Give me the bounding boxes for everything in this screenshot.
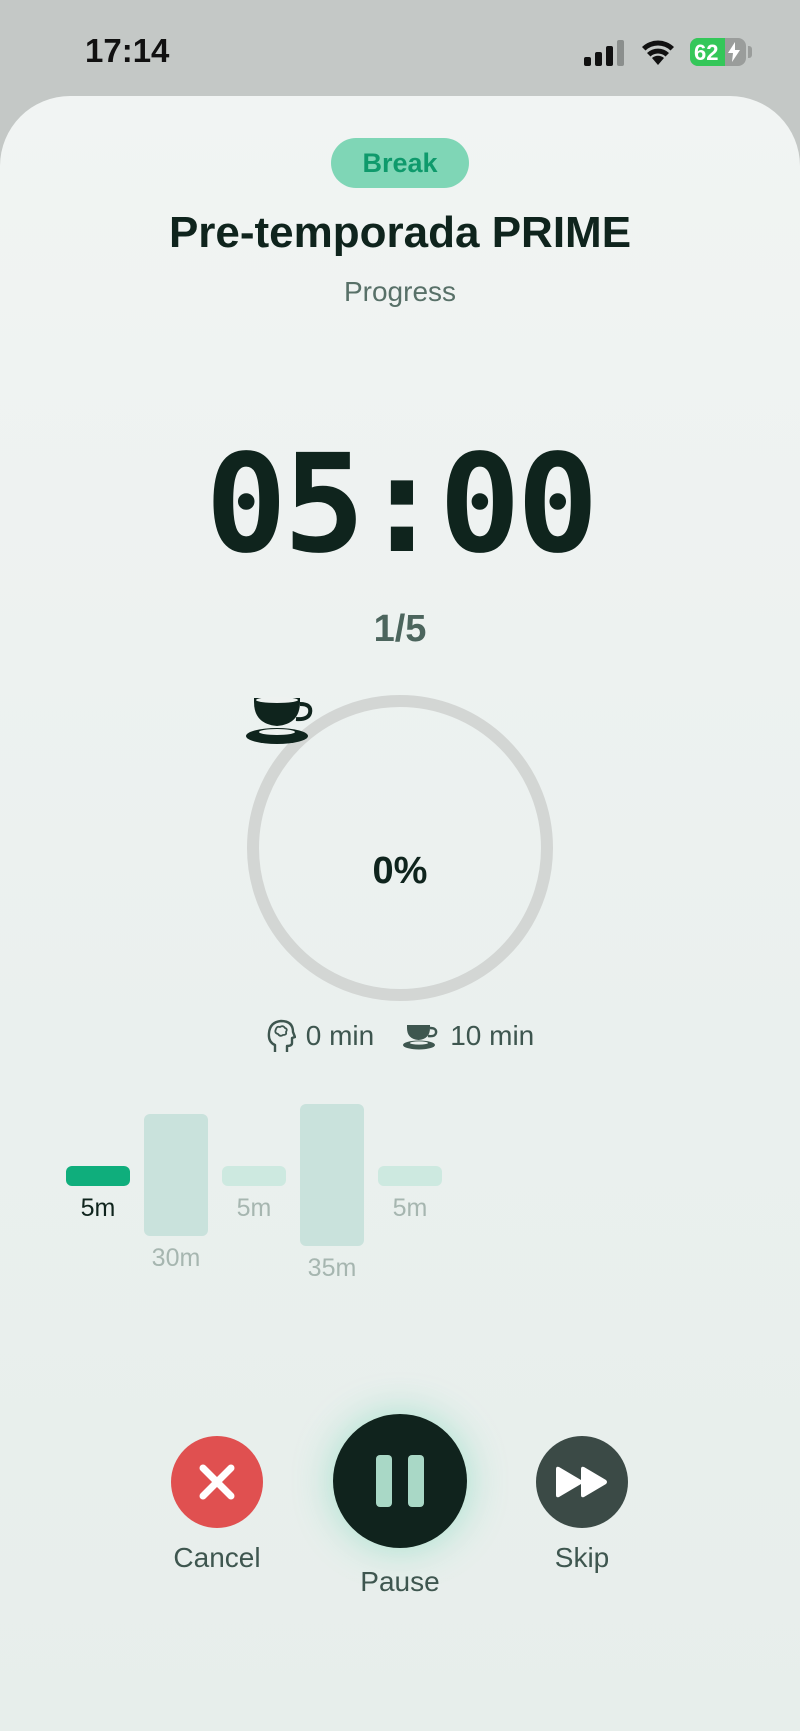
timeline-segment-label: 30m (151, 1244, 201, 1272)
timeline-segment (144, 1114, 208, 1236)
skip-button[interactable] (536, 1436, 628, 1528)
timer-sheet: Break Pre-temporada PRIME Progress 05:00… (0, 96, 800, 1731)
wifi-icon (642, 40, 674, 65)
battery-nub (748, 46, 752, 58)
pause-button[interactable] (333, 1414, 467, 1548)
timeline-segment (222, 1166, 286, 1186)
status-time: 17:14 (85, 32, 170, 69)
timeline-segment-label: 5m (80, 1194, 116, 1222)
pause-label: Pause (360, 1566, 440, 1597)
timeline-segment-label: 5m (236, 1194, 272, 1222)
bolt-icon (728, 42, 740, 62)
cancel-label: Cancel (173, 1542, 261, 1573)
timeline-segment (66, 1166, 130, 1186)
signal-icon (584, 40, 624, 66)
timeline-segment-label: 35m (307, 1254, 357, 1282)
timeline-segment (300, 1104, 364, 1246)
timeline-segment (378, 1166, 442, 1186)
timeline-segment-label: 5m (392, 1194, 428, 1222)
status-bar: 17:14 62 (0, 0, 800, 100)
skip-label: Skip (554, 1542, 610, 1573)
fast-forward-icon (556, 1466, 607, 1498)
pause-icon (376, 1455, 424, 1507)
cancel-button[interactable] (171, 1436, 263, 1528)
battery-percent: 62 (694, 40, 719, 65)
close-icon (199, 1464, 235, 1500)
battery-icon: 62 (690, 38, 746, 66)
